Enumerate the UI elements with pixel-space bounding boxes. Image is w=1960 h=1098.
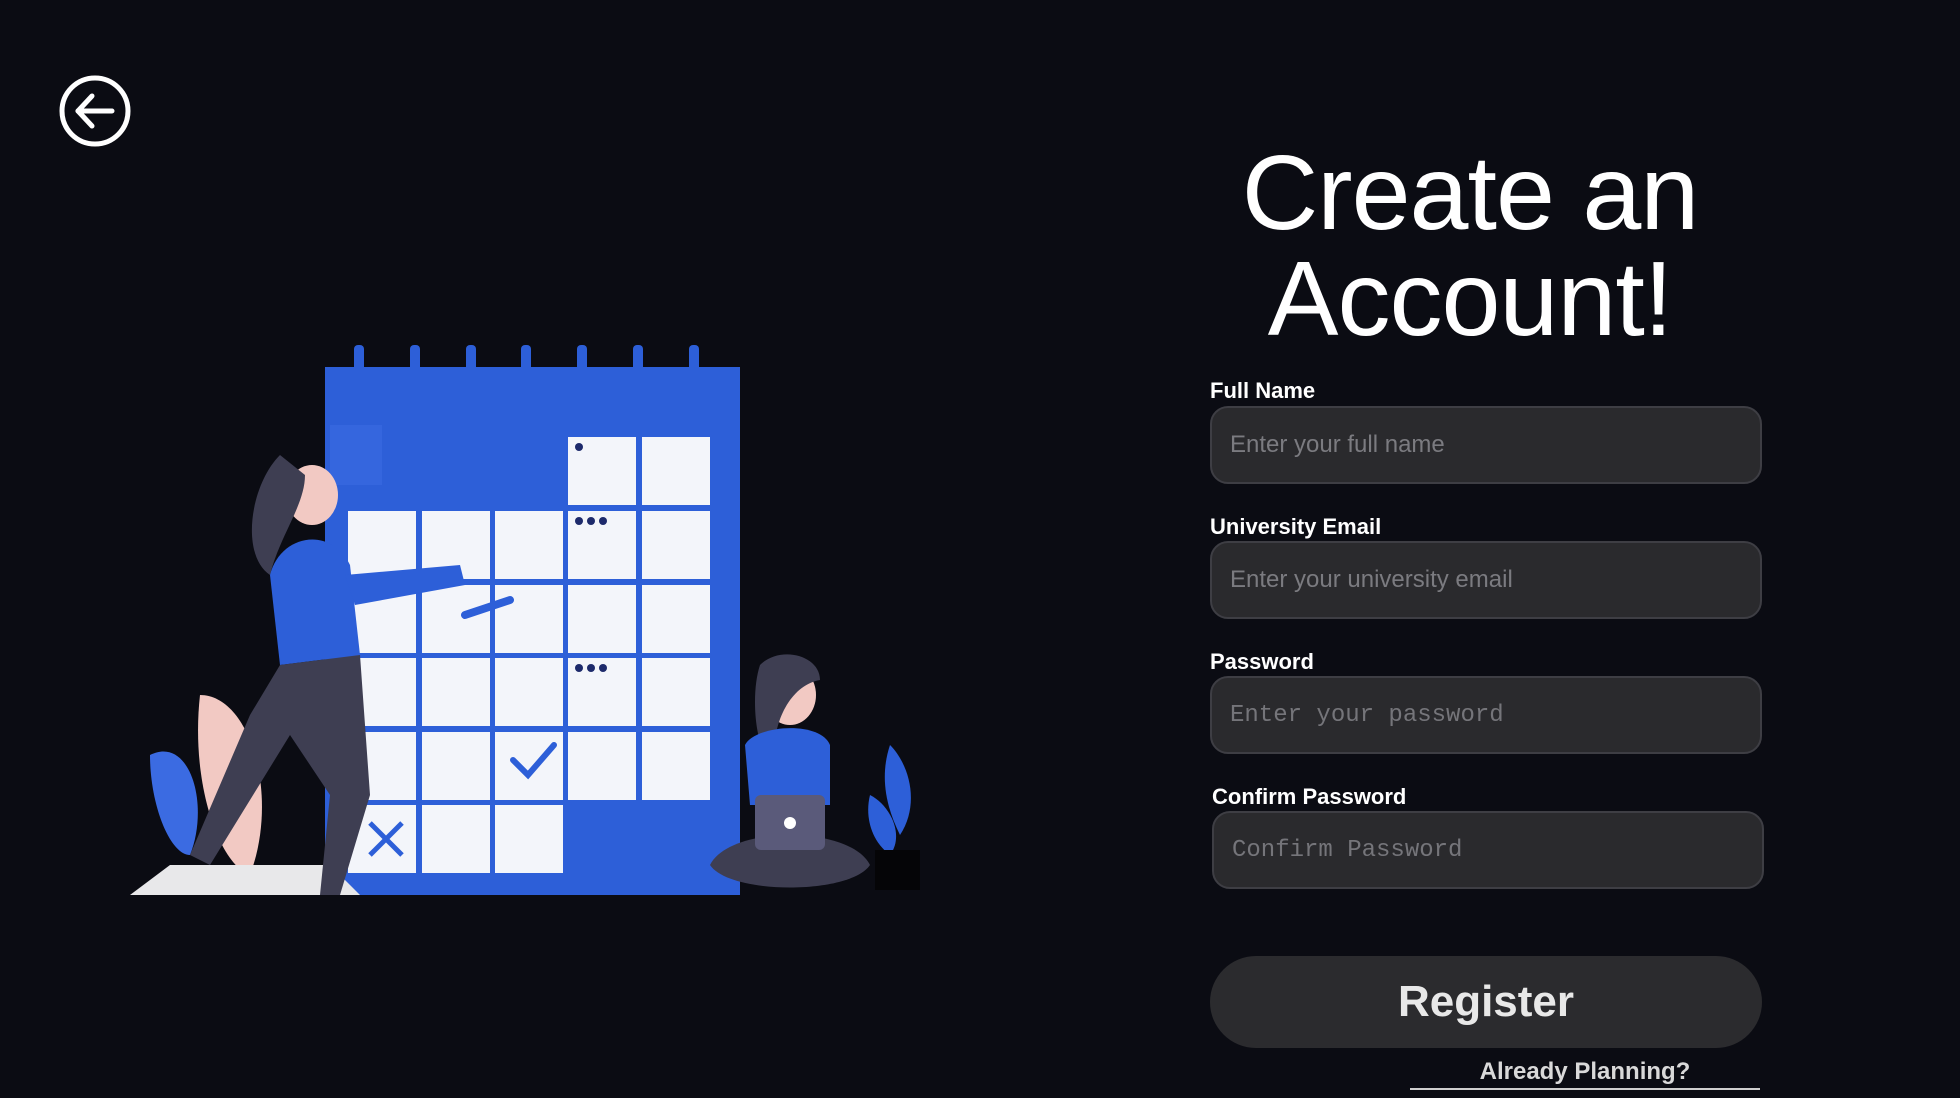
full-name-input[interactable] bbox=[1210, 406, 1762, 484]
password-input[interactable] bbox=[1210, 676, 1762, 754]
title-line-2: Account! bbox=[1267, 240, 1673, 358]
registration-form: Create an Account! Full Name University … bbox=[1210, 0, 1770, 1098]
page-title: Create an Account! bbox=[1210, 140, 1730, 352]
already-planning-link[interactable]: Already Planning? bbox=[1410, 1058, 1760, 1090]
calendar-illustration bbox=[130, 335, 960, 935]
back-button[interactable] bbox=[58, 74, 132, 148]
arrow-left-circle-icon bbox=[59, 75, 131, 147]
password-label: Password bbox=[1210, 649, 1314, 674]
register-button[interactable]: Register bbox=[1210, 956, 1762, 1048]
title-line-1: Create an bbox=[1241, 134, 1700, 252]
confirm-password-label: Confirm Password bbox=[1212, 784, 1407, 809]
full-name-label: Full Name bbox=[1210, 378, 1316, 403]
university-email-input[interactable] bbox=[1210, 541, 1762, 619]
university-email-label: University Email bbox=[1210, 514, 1382, 539]
confirm-password-input[interactable] bbox=[1212, 811, 1764, 889]
